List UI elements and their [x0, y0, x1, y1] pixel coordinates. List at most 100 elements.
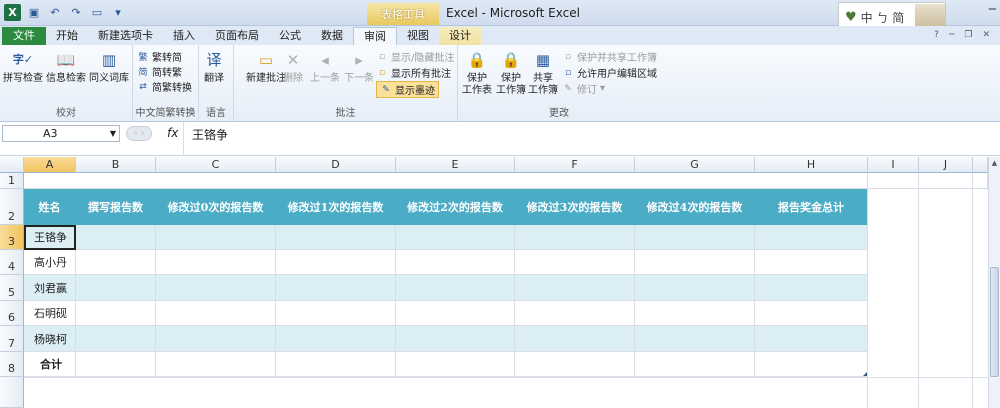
share-workbook-button[interactable]: ▦ 共享 工作簿	[528, 49, 558, 97]
protect-share-button[interactable]: ▫ 保护并共享工作簿	[562, 49, 657, 65]
translate-button[interactable]: 译 翻译	[203, 49, 225, 85]
column-header-b[interactable]: B	[76, 157, 156, 173]
header-cell-name[interactable]: 姓名	[24, 189, 76, 225]
column-header-h[interactable]: H	[755, 157, 868, 173]
select-all-corner[interactable]	[0, 157, 24, 173]
gridline	[867, 173, 868, 408]
thesaurus-button[interactable]: ▥ 同义词库	[89, 49, 129, 85]
column-header-k[interactable]	[973, 157, 988, 173]
table-row-band-8	[24, 352, 868, 377]
row-header-6[interactable]: 6	[0, 301, 24, 326]
header-cell-mod1[interactable]: 修改过1次的报告数	[276, 189, 396, 225]
tab-design[interactable]: 设计	[439, 27, 481, 46]
header-cell-bonus[interactable]: 报告奖金总计	[755, 189, 868, 225]
simp-to-trad-button[interactable]: 简简转繁	[137, 64, 182, 79]
tab-review[interactable]: 审阅	[353, 27, 397, 46]
row-header-4[interactable]: 4	[0, 250, 24, 275]
row-header-8[interactable]: 8	[0, 352, 24, 377]
wb-close-icon[interactable]: ✕	[982, 30, 990, 40]
row-header-2[interactable]: 2	[0, 189, 24, 225]
header-cell-mod3[interactable]: 修改过3次的报告数	[515, 189, 635, 225]
tab-formulas[interactable]: 公式	[269, 27, 311, 46]
column-header-i[interactable]: I	[868, 157, 919, 173]
help-icon[interactable]: ?	[934, 30, 939, 40]
show-hide-comment-button[interactable]: ▫ 显示/隐藏批注	[376, 49, 454, 65]
group-language: 译 翻译 语言	[199, 45, 234, 122]
row-header-3[interactable]: 3	[0, 225, 24, 250]
wb-restore-icon[interactable]: ❐	[964, 30, 972, 40]
next-comment-icon: ▸	[355, 51, 363, 69]
redo-icon[interactable]: ↷	[68, 5, 84, 21]
show-all-comments-icon: ▫	[378, 67, 386, 78]
insert-function-icon[interactable]: fx	[167, 126, 178, 140]
cell-a6[interactable]: 石明砚	[24, 301, 76, 326]
header-cell-mod2[interactable]: 修改过2次的报告数	[396, 189, 515, 225]
column-header-e[interactable]: E	[396, 157, 515, 173]
protect-sheet-button[interactable]: 🔒 保护 工作表	[462, 49, 492, 97]
gridline	[395, 225, 396, 377]
header-cell-mod0[interactable]: 修改过0次的报告数	[156, 189, 276, 225]
show-all-comments-button[interactable]: ▫ 显示所有批注	[376, 65, 451, 81]
prev-comment-label: 上一条	[310, 73, 340, 84]
vertical-scrollbar[interactable]: ▲	[988, 157, 1000, 408]
column-header-a[interactable]: A	[24, 157, 76, 173]
column-header-c[interactable]: C	[156, 157, 276, 173]
spell-check-button[interactable]: 字✓ 拼写检查	[3, 49, 43, 85]
tab-insert[interactable]: 插入	[163, 27, 205, 46]
research-label: 信息检索	[46, 73, 86, 84]
next-comment-button[interactable]: ▸ 下一条	[344, 49, 374, 85]
cell-a7[interactable]: 杨晓柯	[24, 326, 76, 352]
column-header-d[interactable]: D	[276, 157, 396, 173]
header-cell-reports[interactable]: 撰写报告数	[76, 189, 156, 225]
excel-logo-icon[interactable]: X	[4, 4, 21, 21]
protect-workbook-button[interactable]: 🔒 保护 工作簿	[496, 49, 526, 97]
protect-workbook-icon: 🔒	[501, 51, 521, 69]
customize-qat-icon[interactable]: ▾	[110, 5, 126, 21]
column-header-f[interactable]: F	[515, 157, 635, 173]
save-icon[interactable]: ▣	[26, 5, 42, 21]
next-comment-label: 下一条	[344, 73, 374, 84]
formula-cancel-enter-icon[interactable]: ◦ ◦	[126, 126, 152, 141]
open-folder-icon[interactable]: ▭	[89, 5, 105, 21]
group-comments: ▭ 新建批注 ✕ 删除 ◂ 上一条 ▸ 下一条 ▫ 显示/隐藏批注 ▫ 显示所有批注…	[234, 45, 458, 122]
row-header-5[interactable]: 5	[0, 275, 24, 301]
tab-new[interactable]: 新建选项卡	[88, 27, 163, 46]
name-box[interactable]: A3 ▼	[2, 125, 120, 142]
chinese-convert-button[interactable]: ⇄ 简繁转换	[137, 79, 192, 95]
new-comment-label: 新建批注	[246, 73, 286, 84]
worksheet-grid[interactable]: A B C D E F G H I J 1 2 3 4 5 6 7 8 姓名 撰…	[0, 157, 988, 408]
tab-data[interactable]: 数据	[311, 27, 353, 46]
tab-home[interactable]: 开始	[46, 27, 88, 46]
research-button[interactable]: 📖 信息检索	[46, 49, 86, 85]
new-comment-button[interactable]: ▭ 新建批注	[246, 49, 286, 85]
row-header-7[interactable]: 7	[0, 326, 24, 352]
tab-file[interactable]: 文件	[2, 27, 46, 46]
column-header-g[interactable]: G	[635, 157, 755, 173]
tab-view[interactable]: 视图	[397, 27, 439, 46]
gridline	[275, 225, 276, 377]
cell-a5[interactable]: 刘君赢	[24, 275, 76, 301]
scroll-up-icon[interactable]: ▲	[989, 159, 1000, 167]
show-ink-button[interactable]: ✎ 显示墨迹	[376, 81, 439, 98]
header-cell-mod4[interactable]: 修改过4次的报告数	[635, 189, 755, 225]
simp-to-trad-icon: 简	[138, 68, 148, 78]
name-box-dropdown-icon[interactable]: ▼	[110, 126, 116, 141]
row-1-cells[interactable]	[24, 173, 988, 189]
scroll-thumb[interactable]	[990, 267, 999, 377]
undo-icon[interactable]: ↶	[47, 5, 63, 21]
cell-a3[interactable]: 王铬争	[24, 225, 76, 250]
row-header-9[interactable]	[0, 377, 24, 408]
cell-a8-total[interactable]: 合计	[24, 352, 76, 377]
tab-page-layout[interactable]: 页面布局	[205, 27, 269, 46]
minimize-icon[interactable]: ─	[989, 2, 996, 16]
prev-comment-button[interactable]: ◂ 上一条	[310, 49, 340, 85]
formula-input[interactable]: 王铬争	[192, 126, 228, 143]
column-header-j[interactable]: J	[919, 157, 973, 173]
cell-a4[interactable]: 高小丹	[24, 250, 76, 275]
allow-edit-ranges-button[interactable]: ▫ 允许用户编辑区域	[562, 65, 657, 81]
track-changes-button[interactable]: ✎ 修订 ▾	[562, 81, 605, 96]
trad-to-simp-button[interactable]: 繁繁转简	[137, 49, 182, 64]
wb-minimize-icon[interactable]: ─	[949, 30, 954, 40]
row-header-1[interactable]: 1	[0, 173, 24, 189]
delete-comment-button[interactable]: ✕ 删除	[282, 49, 304, 85]
